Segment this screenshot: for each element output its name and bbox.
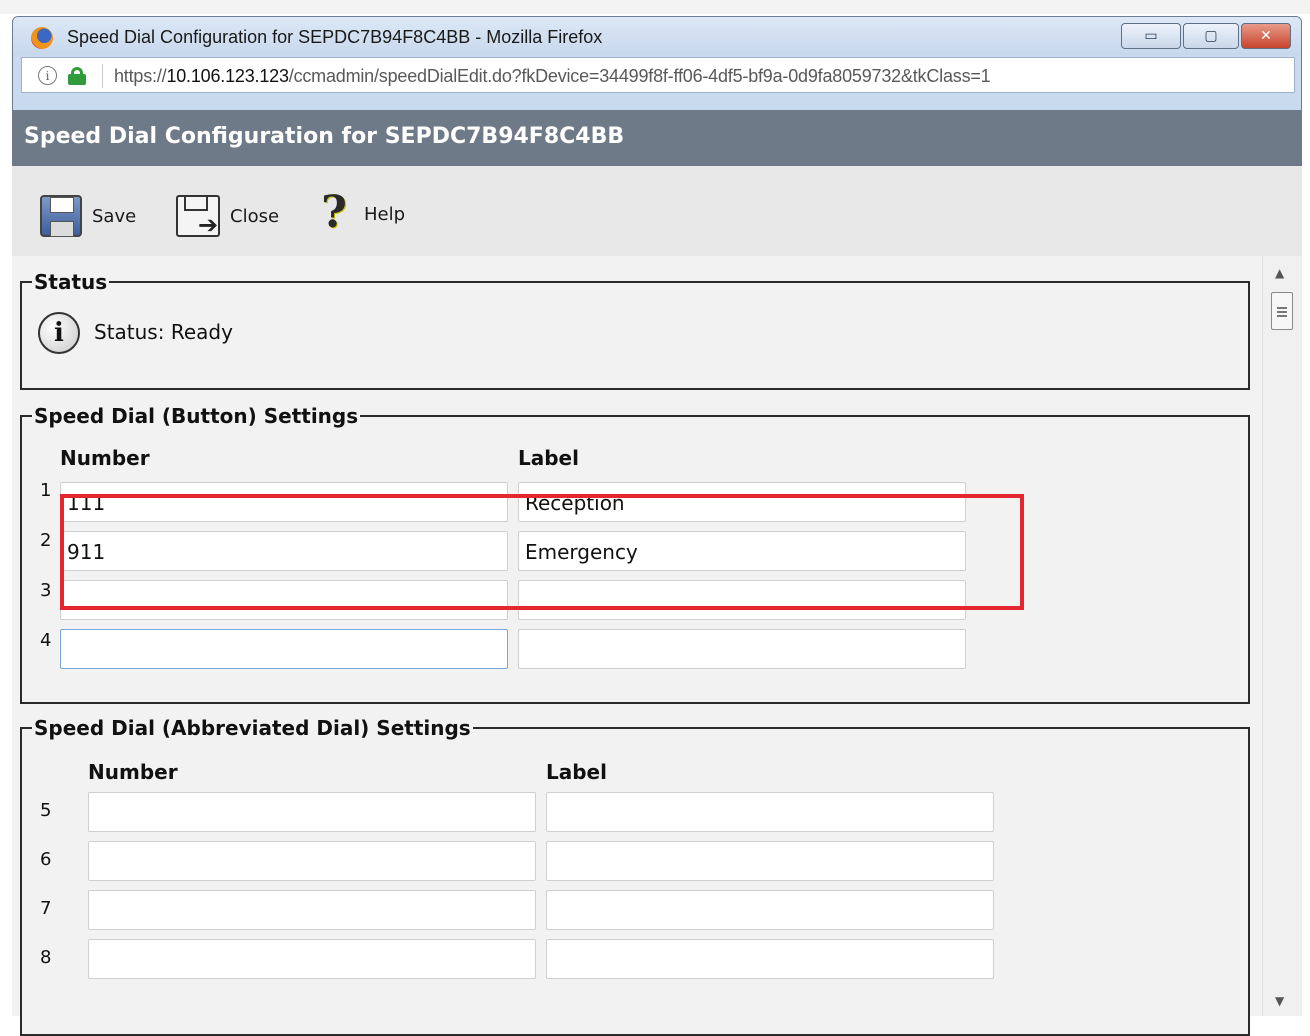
speed-dial-2-number-field[interactable]: 911 xyxy=(60,531,508,571)
save-button[interactable]: Save xyxy=(40,194,136,238)
row-number: 6 xyxy=(40,849,52,870)
abbreviated-settings-legend: Speed Dial (Abbreviated Dial) Settings xyxy=(34,716,471,740)
status-text: Status: Ready xyxy=(94,320,233,344)
close-document-icon: ➔ xyxy=(176,195,220,237)
label-column-header: Label xyxy=(518,446,579,470)
maximize-button[interactable]: ▢ xyxy=(1183,23,1239,49)
row-number: 8 xyxy=(40,947,52,968)
speed-dial-3-label-field[interactable] xyxy=(518,580,966,620)
lock-icon[interactable] xyxy=(68,67,86,85)
question-mark-icon: ? xyxy=(321,187,347,238)
firefox-logo-icon xyxy=(31,27,53,49)
abbrev-dial-7-number-field[interactable] xyxy=(88,890,536,930)
window-titlebar[interactable]: Speed Dial Configuration for SEPDC7B94F8… xyxy=(13,17,1301,55)
url-scheme: https:// xyxy=(114,66,167,86)
page-title: Speed Dial Configuration for SEPDC7B94F8… xyxy=(24,124,625,149)
scroll-up-arrow-icon[interactable]: ▲ xyxy=(1275,266,1284,280)
close-window-button[interactable]: ✕ xyxy=(1241,23,1291,49)
page-header: Speed Dial Configuration for SEPDC7B94F8… xyxy=(12,110,1302,166)
floppy-disk-icon xyxy=(40,195,82,237)
url-host: 10.106.123.123 xyxy=(166,66,289,86)
label-column-header: Label xyxy=(546,760,607,784)
abbrev-dial-8-number-field[interactable] xyxy=(88,939,536,979)
button-settings-section: Speed Dial (Button) Settings Number Labe… xyxy=(20,404,1250,704)
close-button[interactable]: ➔ Close xyxy=(176,194,279,238)
address-bar[interactable]: i https://10.106.123.123/ccmadmin/speedD… xyxy=(21,57,1295,93)
row-number: 3 xyxy=(40,580,52,601)
row-number: 1 xyxy=(40,480,52,501)
abbrev-dial-6-label-field[interactable] xyxy=(546,841,994,881)
row-number: 2 xyxy=(40,530,52,551)
speed-dial-3-number-field[interactable] xyxy=(60,580,508,620)
status-section: Status i Status: Ready xyxy=(20,270,1250,390)
page-content: Speed Dial Configuration for SEPDC7B94F8… xyxy=(12,110,1302,1036)
vertical-scrollbar[interactable]: ▲ ▼ xyxy=(1262,256,1302,1016)
abbrev-dial-6-number-field[interactable] xyxy=(88,841,536,881)
url-path: /ccmadmin/speedDialEdit.do?fkDevice=3449… xyxy=(288,66,991,86)
window-controls: ▭ ▢ ✕ xyxy=(1121,23,1291,49)
close-label: Close xyxy=(230,205,280,227)
info-circle-icon: i xyxy=(38,312,80,354)
speed-dial-2-label-field[interactable]: Emergency xyxy=(518,531,966,571)
button-settings-legend: Speed Dial (Button) Settings xyxy=(34,404,359,428)
speed-dial-1-number-field[interactable]: 111 xyxy=(60,482,508,522)
row-number: 4 xyxy=(40,630,52,651)
info-icon[interactable]: i xyxy=(38,66,57,85)
window-title: Speed Dial Configuration for SEPDC7B94F8… xyxy=(67,27,603,47)
speed-dial-4-label-field[interactable] xyxy=(518,629,966,669)
number-column-header: Number xyxy=(60,446,150,470)
scrollbar-thumb[interactable] xyxy=(1271,292,1293,330)
url-text[interactable]: https://10.106.123.123/ccmadmin/speedDia… xyxy=(114,66,991,87)
help-label: Help xyxy=(364,203,406,225)
form-content: Status i Status: Ready Speed Dial (Butto… xyxy=(12,256,1262,1036)
speed-dial-4-number-field[interactable] xyxy=(60,629,508,669)
speed-dial-1-label-field[interactable]: Reception xyxy=(518,482,966,522)
minimize-button[interactable]: ▭ xyxy=(1121,23,1181,49)
row-number: 7 xyxy=(40,898,52,919)
save-label: Save xyxy=(92,205,137,227)
scroll-down-arrow-icon[interactable]: ▼ xyxy=(1275,994,1284,1008)
desktop-background-right xyxy=(1302,14,1310,1016)
status-legend: Status xyxy=(34,270,108,294)
desktop-background xyxy=(0,0,1310,14)
abbrev-dial-5-label-field[interactable] xyxy=(546,792,994,832)
row-number: 5 xyxy=(40,800,52,821)
url-separator xyxy=(102,64,103,88)
abbrev-dial-8-label-field[interactable] xyxy=(546,939,994,979)
help-button[interactable]: ? Help xyxy=(314,187,406,238)
abbreviated-settings-section: Speed Dial (Abbreviated Dial) Settings N… xyxy=(20,716,1250,1036)
number-column-header: Number xyxy=(88,760,178,784)
desktop-background-left xyxy=(0,14,12,1016)
abbrev-dial-5-number-field[interactable] xyxy=(88,792,536,832)
toolbar: Save ➔ Close ? Help xyxy=(12,166,1302,256)
abbrev-dial-7-label-field[interactable] xyxy=(546,890,994,930)
